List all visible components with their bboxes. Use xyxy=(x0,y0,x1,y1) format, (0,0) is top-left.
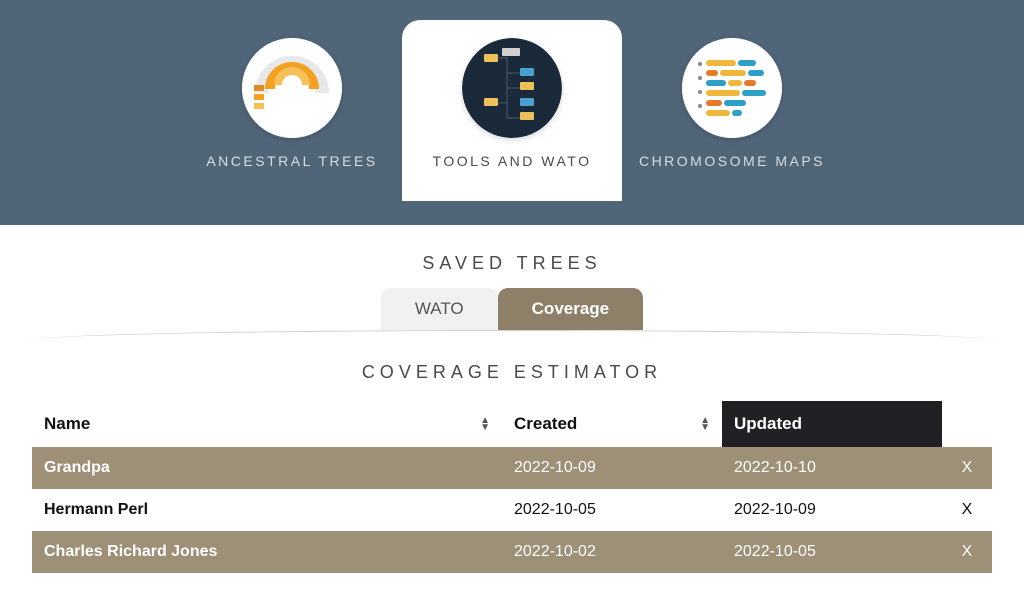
cell-name[interactable]: Grandpa xyxy=(32,447,502,489)
section-title: COVERAGE ESTIMATOR xyxy=(20,362,1004,383)
delete-button[interactable]: X xyxy=(942,531,992,573)
cell-created: 2022-10-09 xyxy=(502,447,722,489)
table-row: Grandpa 2022-10-09 2022-10-10 X xyxy=(32,447,992,489)
cell-name[interactable]: Charles Richard Jones xyxy=(32,531,502,573)
sort-icon: ▲▼ xyxy=(700,417,710,431)
cell-name[interactable]: Hermann Perl xyxy=(32,489,502,531)
tab-coverage[interactable]: Coverage xyxy=(498,288,643,330)
col-header-created[interactable]: Created ▲▼ xyxy=(502,401,722,447)
nav-item-ancestral-trees[interactable]: ANCESTRAL TREES xyxy=(182,20,402,201)
tools-and-wato-icon xyxy=(462,38,562,138)
cell-created: 2022-10-02 xyxy=(502,531,722,573)
chromosome-maps-icon xyxy=(682,38,782,138)
table-row: Hermann Perl 2022-10-05 2022-10-09 X xyxy=(32,489,992,531)
col-header-name[interactable]: Name ▲▼ xyxy=(32,401,502,447)
cell-updated: 2022-10-09 xyxy=(722,489,942,531)
tab-wato[interactable]: WATO xyxy=(381,288,498,330)
top-nav: ANCESTRAL TREES TOOLS AND WATO xyxy=(0,0,1024,225)
col-header-updated[interactable]: Updated xyxy=(722,401,942,447)
table-row: Charles Richard Jones 2022-10-02 2022-10… xyxy=(32,531,992,573)
main-content: SAVED TREES WATO Coverage COVERAGE ESTIM… xyxy=(0,225,1024,573)
subtabs: WATO Coverage xyxy=(20,288,1004,330)
col-header-name-label: Name xyxy=(44,414,90,434)
nav-label: ANCESTRAL TREES xyxy=(206,152,377,171)
cell-updated: 2022-10-10 xyxy=(722,447,942,489)
delete-button[interactable]: X xyxy=(942,447,992,489)
ancestral-trees-icon xyxy=(242,38,342,138)
nav-item-chromosome-maps[interactable]: CHROMOSOME MAPS xyxy=(622,20,842,201)
table-body: Grandpa 2022-10-09 2022-10-10 X Hermann … xyxy=(32,447,992,573)
col-header-created-label: Created xyxy=(514,414,577,434)
col-header-updated-label: Updated xyxy=(734,414,802,434)
sort-icon: ▲▼ xyxy=(480,417,490,431)
delete-button[interactable]: X xyxy=(942,489,992,531)
col-header-delete xyxy=(942,401,992,447)
nav-item-tools-and-wato[interactable]: TOOLS AND WATO xyxy=(402,20,622,201)
nav-label: CHROMOSOME MAPS xyxy=(639,152,825,171)
cell-updated: 2022-10-05 xyxy=(722,531,942,573)
table-header: Name ▲▼ Created ▲▼ Updated xyxy=(32,401,992,447)
saved-trees-title: SAVED TREES xyxy=(20,253,1004,274)
nav-label: TOOLS AND WATO xyxy=(433,152,592,171)
cell-created: 2022-10-05 xyxy=(502,489,722,531)
tab-divider xyxy=(0,330,1024,344)
coverage-table: Name ▲▼ Created ▲▼ Updated Grandpa 2022-… xyxy=(32,401,992,573)
